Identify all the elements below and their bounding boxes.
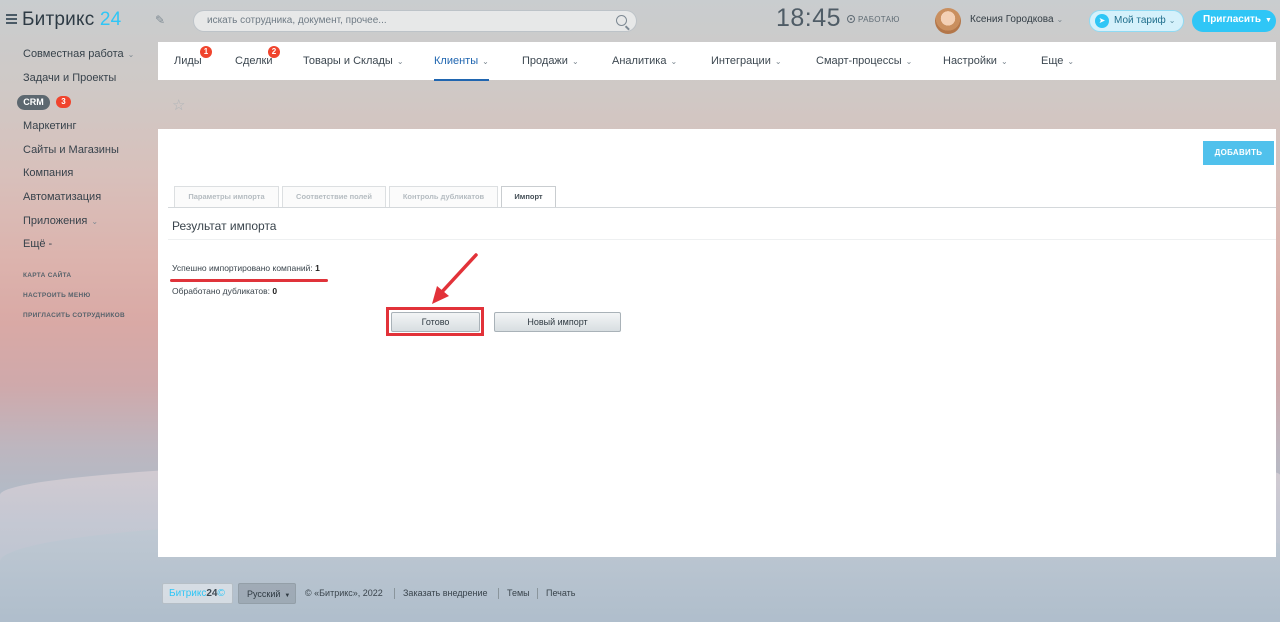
rocket-icon: ➤ <box>1095 14 1109 28</box>
menu-icon[interactable] <box>6 14 17 24</box>
success-count: Успешно импортировано компаний: 1 <box>172 263 320 273</box>
search-placeholder: искать сотрудника, документ, прочее... <box>207 15 387 26</box>
star-icon[interactable]: ☆ <box>172 96 185 114</box>
chevron-down-icon: ⌄ <box>1067 57 1075 66</box>
highlight-underline <box>170 279 328 282</box>
sidebar-item-crm[interactable]: CRM <box>17 95 50 110</box>
divider <box>498 588 499 599</box>
leads-count-badge: 1 <box>200 46 212 58</box>
chevron-down-icon: ⌄ <box>905 57 913 66</box>
copyright: © «Битрикс», 2022 <box>305 588 383 598</box>
work-status-button[interactable]: РАБОТАЮ <box>847 15 900 24</box>
divider <box>168 239 1276 240</box>
invite-button[interactable]: Пригласить ▼ <box>1192 10 1276 32</box>
sidebar-item-collaboration[interactable]: Совместная работа ⌄ <box>23 48 134 60</box>
divider <box>537 588 538 599</box>
avatar[interactable] <box>935 8 961 34</box>
caret-down-icon: ▼ <box>284 593 291 599</box>
pencil-icon[interactable]: ✎ <box>155 13 165 27</box>
tab-import[interactable]: Импорт <box>501 186 556 208</box>
sidebar-item-marketing[interactable]: Маркетинг <box>23 120 76 132</box>
configure-menu-link[interactable]: НАСТРОИТЬ МЕНЮ <box>23 292 91 299</box>
tab-settings[interactable]: Настройки ⌄ <box>943 55 1008 67</box>
divider <box>168 207 1276 208</box>
tab-integrations[interactable]: Интеграции ⌄ <box>711 55 782 67</box>
tab-clients[interactable]: Клиенты ⌄ <box>434 55 489 81</box>
tab-products[interactable]: Товары и Склады ⌄ <box>303 55 404 67</box>
chevron-down-icon: ⌄ <box>774 57 782 66</box>
footer-logo[interactable]: Битрикс24© <box>162 583 233 604</box>
sidebar-item-apps[interactable]: Приложения ⌄ <box>23 215 98 227</box>
new-import-button[interactable]: Новый импорт <box>494 312 621 332</box>
import-panel: ДОБАВИТЬ Параметры импорта Соответствие … <box>158 129 1276 557</box>
sidebar-item-tasks[interactable]: Задачи и Проекты <box>23 72 116 84</box>
clock: 18:45 <box>776 4 842 32</box>
chevron-down-icon: ⌄ <box>1000 57 1008 66</box>
search-input[interactable]: искать сотрудника, документ, прочее... <box>193 10 637 32</box>
footer: Битрикс24© Русский ▼ © «Битрикс», 2022 За… <box>160 580 760 606</box>
order-implementation-link[interactable]: Заказать внедрение <box>403 588 488 598</box>
chevron-down-icon: ⌄ <box>91 217 99 226</box>
tab-deals[interactable]: Сделки 2 <box>235 46 280 67</box>
print-link[interactable]: Печать <box>546 588 575 598</box>
chevron-down-icon: ⌄ <box>127 50 135 59</box>
crm-navigation: Лиды 1 Сделки 2 Товары и Склады ⌄ Клиенты ⌄ … <box>158 42 1276 81</box>
chevron-down-icon: ⌄ <box>670 57 678 66</box>
sitemap-link[interactable]: КАРТА САЙТА <box>23 272 71 279</box>
tab-smart-processes[interactable]: Смарт-процессы ⌄ <box>816 55 912 67</box>
language-select[interactable]: Русский ▼ <box>238 583 296 604</box>
tab-more[interactable]: Еще ⌄ <box>1041 55 1074 67</box>
divider <box>394 588 395 599</box>
chevron-down-icon: ⌄ <box>1056 15 1064 24</box>
sidebar-item-more[interactable]: Ещё - <box>23 238 52 250</box>
crm-count-badge: 3 <box>56 96 71 108</box>
tab-leads[interactable]: Лиды 1 <box>174 46 212 67</box>
top-bar: Битрикс 24 ✎ искать сотрудника, документ… <box>0 0 1280 42</box>
add-button[interactable]: ДОБАВИТЬ <box>1203 141 1274 165</box>
done-button[interactable]: Готово <box>391 312 480 332</box>
duplicates-count: Обработано дубликатов: 0 <box>172 286 278 296</box>
search-icon[interactable] <box>616 15 627 26</box>
caret-down-icon: ▼ <box>1265 17 1272 24</box>
themes-link[interactable]: Темы <box>507 588 530 598</box>
tab-import-params[interactable]: Параметры импорта <box>174 186 279 207</box>
chevron-down-icon: ⌄ <box>571 57 579 66</box>
deals-count-badge: 2 <box>268 46 280 58</box>
tab-sales[interactable]: Продажи ⌄ <box>522 55 579 67</box>
tab-analytics[interactable]: Аналитика ⌄ <box>612 55 677 67</box>
tab-field-mapping[interactable]: Соответствие полей <box>282 186 386 207</box>
invite-employees-link[interactable]: ПРИГЛАСИТЬ СОТРУДНИКОВ <box>23 312 125 319</box>
status-icon <box>847 15 855 23</box>
sidebar-item-company[interactable]: Компания <box>23 167 73 179</box>
sidebar-item-sites[interactable]: Сайты и Магазины <box>23 144 119 156</box>
app-logo[interactable]: Битрикс 24 <box>22 9 121 31</box>
chevron-down-icon: ⌄ <box>1168 16 1176 25</box>
sidebar-item-automation[interactable]: Автоматизация <box>23 191 101 203</box>
chevron-down-icon: ⌄ <box>482 57 489 66</box>
chevron-down-icon: ⌄ <box>396 57 404 66</box>
tab-duplicate-control[interactable]: Контроль дубликатов <box>389 186 498 207</box>
user-menu[interactable]: Ксения Городкова ⌄ <box>970 14 1063 25</box>
pointer-arrow-icon <box>432 253 478 304</box>
tariff-button[interactable]: ➤ Мой тариф ⌄ <box>1089 10 1184 32</box>
page-title: Результат импорта <box>172 219 277 233</box>
